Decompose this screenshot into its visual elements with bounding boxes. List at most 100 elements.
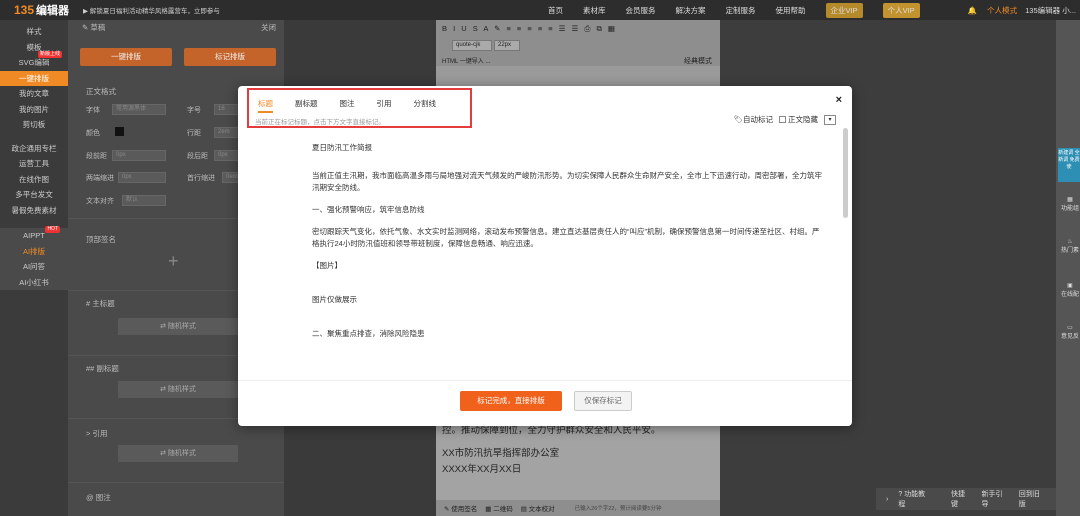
logo[interactable]: 135 编辑器	[14, 2, 69, 18]
save-mark-button[interactable]: 仅保存标记	[574, 391, 632, 411]
hide-body-label: 正文隐藏	[788, 115, 818, 124]
para-after-label: 段后距	[187, 153, 208, 160]
user-name[interactable]: 135编辑器 小...	[1025, 5, 1076, 16]
nav-one-click[interactable]: 一键排版	[0, 70, 68, 86]
nav-clipboard[interactable]: 剪切板	[0, 117, 68, 133]
editor-bottom-bar: ✎ 使用签名 ▦ 二维码 ▤ 文本校对 已输入26个字22，预计阅读要5分钟	[436, 500, 720, 516]
format-icons[interactable]: B I U S A ✎ ≡ ≡ ≡ ≡ ≡ ☰ ☰ ⎙ ⧉ ▦	[442, 24, 617, 34]
nav-multi[interactable]: 多平台发文	[0, 187, 68, 203]
random-style-button[interactable]: ⇄ 随机样式	[118, 318, 238, 335]
mark-options: 🏷 自动标记 正文隐藏 ▾	[733, 114, 836, 125]
nav-my-images[interactable]: 我的图片	[0, 102, 68, 118]
mark-layout-button[interactable]: 标记排版	[184, 48, 276, 66]
scrollbar[interactable]	[843, 128, 848, 218]
editor-toolbar: B I U S A ✎ ≡ ≡ ≡ ≡ ≡ ☰ ☰ ⎙ ⧉ ▦ quote-cj…	[436, 20, 720, 66]
nav-member[interactable]: 会员服务	[626, 5, 656, 16]
nav-aippt[interactable]: HOT AIPPT	[0, 226, 68, 244]
indent-label: 两端缩进	[86, 175, 114, 182]
chat-icon: ▭	[1067, 325, 1073, 331]
nav-styles[interactable]: 样式	[0, 24, 68, 40]
personal-vip-button[interactable]: 个人VIP	[882, 2, 920, 18]
nav-my-articles[interactable]: 我的文章	[0, 86, 68, 102]
tab-caption[interactable]: 图注	[340, 98, 355, 113]
nav-home[interactable]: 首页	[548, 5, 563, 16]
mark-hint: 当前正在标记标题，点击下方文字直接标记。	[255, 119, 385, 126]
fire-icon: ♨	[1067, 239, 1073, 245]
nav-materials[interactable]: 素材库	[583, 5, 606, 16]
grid-icon: ▦	[1067, 197, 1073, 203]
sign-button[interactable]: ✎ 使用签名	[444, 503, 477, 513]
tutorial-link[interactable]: ? 功能教程	[898, 489, 941, 509]
hot-tag: HOT	[45, 226, 60, 233]
auto-mark[interactable]: 自动标记	[743, 114, 773, 125]
classic-mode[interactable]: 经典模式	[684, 56, 712, 66]
side-item-hot[interactable]: ♨ 热门素	[1060, 238, 1080, 254]
old-version-link[interactable]: 回到旧版	[1019, 489, 1046, 509]
nav-solutions[interactable]: 解决方案	[676, 5, 706, 16]
tag-icon: 🏷	[733, 115, 743, 124]
nav-help[interactable]: 使用帮助	[776, 5, 806, 16]
nav-tools[interactable]: 运营工具	[0, 156, 68, 172]
side-item-func[interactable]: ▦ 功能组	[1060, 196, 1080, 212]
para[interactable]: 当前正值主汛期，我市面临高温多雨与局地强对流天气频发的严峻防汛形势。为切实保障人…	[312, 170, 822, 194]
blue-promo[interactable]: 新建调 全新调 免费使	[1058, 148, 1080, 182]
side-item-feedback[interactable]: ▭ 意见反	[1060, 324, 1080, 340]
font-select[interactable]: 常用源黑体	[112, 104, 166, 115]
line-height-label: 行距	[187, 130, 201, 137]
one-click-button[interactable]: 一键排版	[80, 48, 172, 66]
tab-divider[interactable]: 分割线	[414, 98, 437, 113]
para[interactable]: 【图片】	[312, 260, 822, 272]
font-size-select[interactable]: 22px	[494, 40, 520, 51]
toolbar-row2[interactable]: HTML 一键导入 ...	[442, 56, 490, 65]
font-family-select[interactable]: quote-cjk	[452, 40, 492, 51]
para[interactable]: 一、强化预警响应，筑牢信息防线	[312, 204, 822, 216]
chevron-right-icon[interactable]: ›	[886, 496, 888, 503]
main-nav: 首页 素材库 会员服务 解决方案 定制服务 使用帮助 企业VIP 个人VIP	[548, 0, 940, 20]
nav-custom[interactable]: 定制服务	[726, 5, 756, 16]
promo-link[interactable]: ▶ 解锁夏日福利活动精华风格露营车，立即参与	[83, 5, 220, 15]
status-text: 已输入26个字22，预计阅读要5分钟	[574, 506, 662, 512]
bell-icon[interactable]: 🔔	[968, 6, 977, 15]
color-swatch[interactable]	[115, 127, 124, 136]
nav-ai-qa[interactable]: AI问答	[0, 259, 68, 275]
random-style-button[interactable]: ⇄ 随机样式	[118, 445, 238, 462]
side-item-match[interactable]: ▣ 在线配	[1060, 282, 1080, 298]
h2-title: ## 副标题	[86, 364, 119, 373]
proof-button[interactable]: ▤ 文本校对	[521, 503, 555, 513]
indent-input[interactable]: 0px	[118, 172, 166, 183]
close-icon[interactable]: ×	[836, 94, 842, 106]
finish-mark-button[interactable]: 标记完成，直接排版	[460, 391, 562, 411]
qrcode-button[interactable]: ▦ 二维码	[485, 503, 512, 513]
tab-title[interactable]: 标题	[258, 98, 273, 113]
para[interactable]: 图片仅做展示	[312, 294, 822, 306]
para[interactable]: 密切跟踪天气变化，依托气象、水文实时监测网络，滚动发布预警信息。建立直达基层责任…	[312, 226, 822, 250]
nav-ai-xhs[interactable]: AI小红书	[0, 274, 68, 290]
mark-content[interactable]: 夏日防汛工作简报 当前正值主汛期，我市面临高温多雨与局地强对流天气频发的严峻防汛…	[238, 128, 842, 380]
para[interactable]: 二、聚焦重点排查，消除风险隐患	[312, 328, 822, 340]
nav-drawing[interactable]: 在线作图	[0, 172, 68, 188]
panel-close[interactable]: 关闭	[261, 20, 276, 36]
nav-gov[interactable]: 政企通用专栏	[0, 141, 68, 157]
guide-link[interactable]: 新手引导	[981, 489, 1008, 509]
shortcut-link[interactable]: 快捷键	[951, 489, 971, 509]
align-label: 文本对齐	[86, 198, 114, 205]
h1-title: # 主标题	[86, 299, 115, 308]
enterprise-vip-button[interactable]: 企业VIP	[825, 2, 863, 18]
chevron-down-icon[interactable]: ▾	[824, 114, 836, 125]
right-sidebar: 新建调 全新调 免费使 ▦ 功能组 ♨ 热门素 ▣ 在线配 ▭ 意见反	[1056, 20, 1080, 516]
personal-mode[interactable]: 个人模式	[987, 5, 1017, 16]
align-select[interactable]: 默认	[122, 195, 166, 206]
nav-summer[interactable]: 暑假免费素材	[0, 203, 68, 219]
color-label: 颜色	[86, 130, 100, 137]
font-label: 字体	[86, 107, 100, 114]
tab-subtitle[interactable]: 副标题	[295, 98, 318, 113]
para-before-input[interactable]: 0px	[112, 150, 166, 161]
random-style-button[interactable]: ⇄ 随机样式	[118, 381, 238, 398]
para[interactable]: 夏日防汛工作简报	[312, 142, 822, 154]
text-style-title: 正文格式	[86, 87, 116, 96]
hide-body-checkbox[interactable]	[779, 116, 786, 123]
add-icon[interactable]: +	[168, 251, 179, 272]
nav-svg[interactable]: 新版上线 SVG编辑	[0, 51, 68, 71]
nav-ai-layout[interactable]: AI排版	[0, 243, 68, 259]
tab-quote[interactable]: 引用	[377, 98, 392, 113]
